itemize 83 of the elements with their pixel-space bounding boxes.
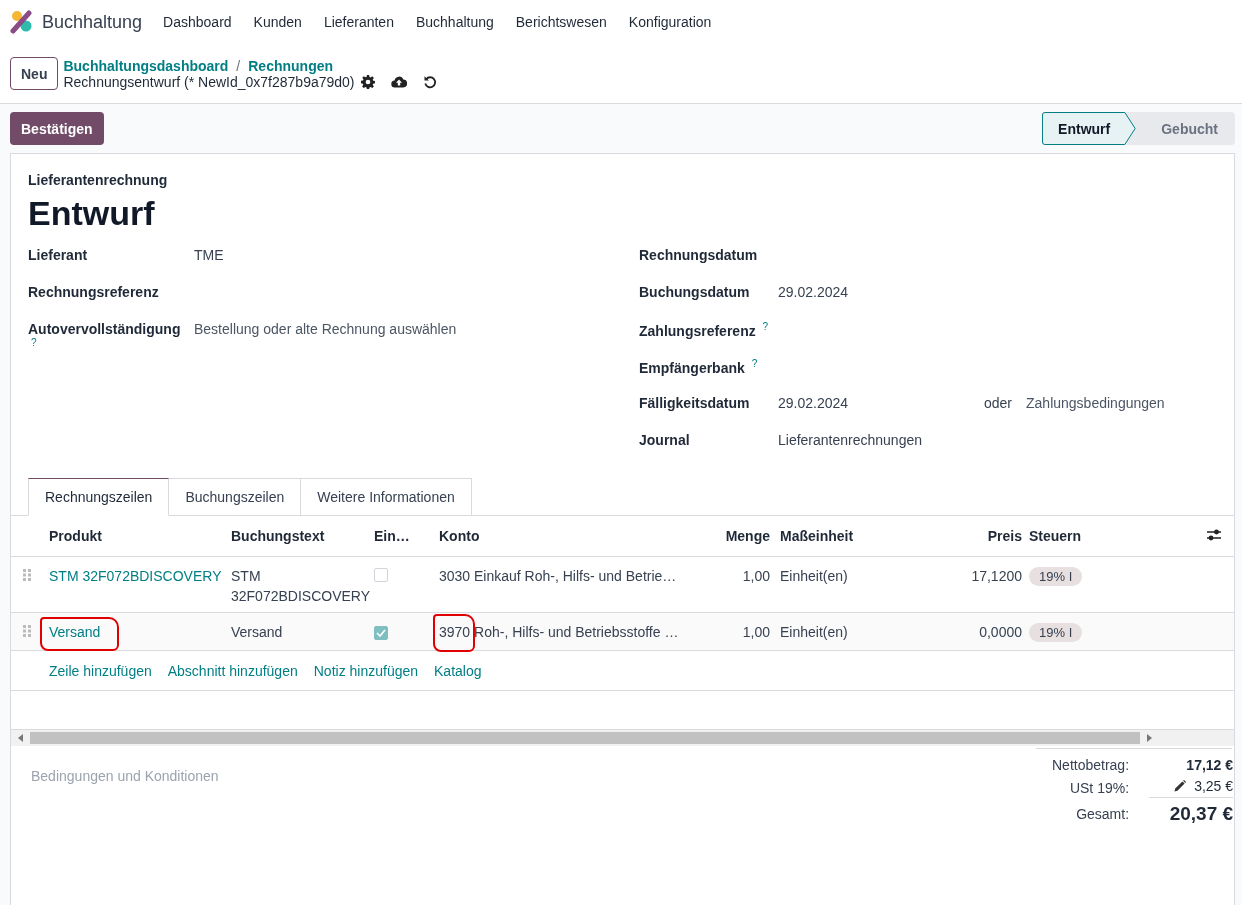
table-cell-text: Einheit(en) — [779, 624, 849, 640]
table-cell-text: 1,00 — [741, 624, 770, 640]
checkbox[interactable] — [374, 568, 388, 582]
column-header[interactable]: Maßeinheit — [770, 528, 932, 544]
field-label: Rechnungsdatum — [639, 247, 758, 263]
field-label: Fälligkeitsdatum — [639, 395, 750, 411]
table-cell-text: STM 32F072BDISCOVERY — [231, 567, 372, 606]
add-link[interactable]: Zeile hinzufügen — [49, 662, 152, 679]
table-cell-text: Einheit(en) — [779, 568, 849, 584]
field-value[interactable]: 29.02.2024 — [778, 284, 984, 300]
menu-item[interactable]: Buchhaltung — [404, 14, 505, 30]
column-header[interactable]: Konto — [439, 528, 694, 544]
field-value[interactable]: Lieferantenrechnungen — [778, 432, 984, 448]
column-options-icon[interactable] — [1206, 527, 1222, 542]
undo-icon[interactable] — [422, 74, 437, 89]
breadcrumb-link[interactable]: Rechnungen — [248, 57, 334, 74]
table-cell: 3030 Einkauf Roh-, Hilfs- und Betrie… — [439, 568, 677, 584]
field-value[interactable]: 29.02.2024 — [778, 395, 984, 411]
field-label: Rechnungsreferenz — [28, 284, 159, 300]
column-header[interactable]: Menge — [694, 528, 770, 544]
connector-text: oder — [984, 395, 1013, 411]
drag-handle-icon[interactable] — [23, 625, 31, 637]
add-link[interactable]: Abschnitt hinzufügen — [167, 662, 298, 679]
field-label: Zahlungsreferenz — [639, 322, 756, 339]
help-mark[interactable]: ? — [31, 337, 194, 348]
column-header[interactable]: Produkt — [49, 528, 231, 544]
column-header[interactable]: Buchungstext — [231, 528, 374, 544]
menu-item[interactable]: Kunden — [242, 14, 313, 30]
confirm-button[interactable]: Bestätigen — [10, 112, 104, 145]
menu-item[interactable]: Konfiguration — [617, 14, 723, 30]
settings-icon[interactable] — [360, 74, 375, 89]
breadcrumb-separator: / — [236, 57, 241, 74]
status-step[interactable]: Gebucht — [1136, 112, 1235, 145]
tax-tag: 19% I — [1029, 623, 1083, 642]
horizontal-scrollbar[interactable] — [11, 730, 1234, 746]
tax-tag: 19% I — [1029, 567, 1083, 586]
product-link[interactable]: STM 32F072BDISCOVERY — [49, 568, 222, 584]
grand-total-value: 20,37 € — [1168, 803, 1234, 825]
table-cell-text: 17,1200 — [970, 568, 1022, 584]
menu-item[interactable]: Lieferanten — [312, 14, 405, 30]
field-value[interactable]: TME — [194, 247, 224, 263]
field-label: Empfängerbank — [639, 359, 745, 376]
scroll-right-icon[interactable] — [1146, 734, 1152, 742]
tab[interactable]: Buchungszeilen — [169, 478, 302, 516]
checkbox[interactable] — [374, 626, 388, 640]
table-cell: 3970 Roh-, Hilfs- und Betriebsstoffe … — [439, 624, 679, 640]
drag-handle-icon[interactable] — [23, 569, 31, 581]
column-header[interactable]: Preis — [932, 528, 1022, 544]
field-label: Journal — [639, 432, 690, 448]
field-label: Buchungsdatum — [639, 284, 750, 300]
new-button[interactable]: Neu — [10, 57, 59, 90]
add-link[interactable]: Notiz hinzufügen — [313, 662, 419, 679]
help-mark[interactable]: ? — [762, 321, 769, 332]
pencil-icon[interactable] — [1174, 780, 1187, 792]
menu-item[interactable]: Berichtswesen — [504, 14, 618, 30]
app-name[interactable]: Buchhaltung — [42, 11, 143, 33]
total-label: Nettobetrag: — [1052, 757, 1130, 773]
total-label: USt 19%: — [1068, 780, 1130, 796]
table-row[interactable]: Versand Versand 3970 Roh-, Hilfs- und Betriebsstoffe … 1,00 Einheit(en) 0,0000 19% I — [11, 613, 1234, 651]
scroll-left-icon[interactable] — [18, 734, 24, 742]
field-label: Autovervollständigung — [28, 321, 181, 337]
table-cell-text: 1,00 — [741, 568, 770, 584]
breadcrumb-link[interactable]: Buchhaltungsdashboard — [63, 57, 229, 74]
tab[interactable]: Rechnungszeilen — [28, 478, 170, 516]
cloud-upload-icon[interactable] — [390, 75, 407, 88]
app-logo-icon[interactable] — [10, 10, 34, 34]
table-cell-text: Versand — [231, 623, 284, 642]
status-step[interactable]: Entwurf — [1042, 112, 1137, 145]
record-name: Rechnungsentwurf (* NewId_0x7f287b9a79d0) — [63, 73, 355, 90]
column-header[interactable]: Ein… — [374, 528, 439, 544]
total-value: 17,12 € — [1185, 757, 1234, 773]
menu-item[interactable]: Dashboard — [152, 14, 243, 30]
table-cell-text: 0,0000 — [978, 624, 1022, 640]
help-mark[interactable]: ? — [751, 358, 758, 369]
tab[interactable]: Weitere Informationen — [301, 478, 472, 516]
total-value: 3,25 € — [1194, 778, 1234, 794]
add-link[interactable]: Katalog — [434, 662, 482, 679]
total-label: Gesamt: — [1075, 806, 1130, 822]
field-label: Lieferant — [28, 247, 88, 263]
document-type-label: Lieferantenrechnung — [27, 172, 169, 188]
column-header[interactable]: Steuern — [1022, 528, 1192, 544]
document-title: Entwurf — [28, 194, 156, 233]
product-link[interactable]: Versand — [49, 624, 101, 640]
